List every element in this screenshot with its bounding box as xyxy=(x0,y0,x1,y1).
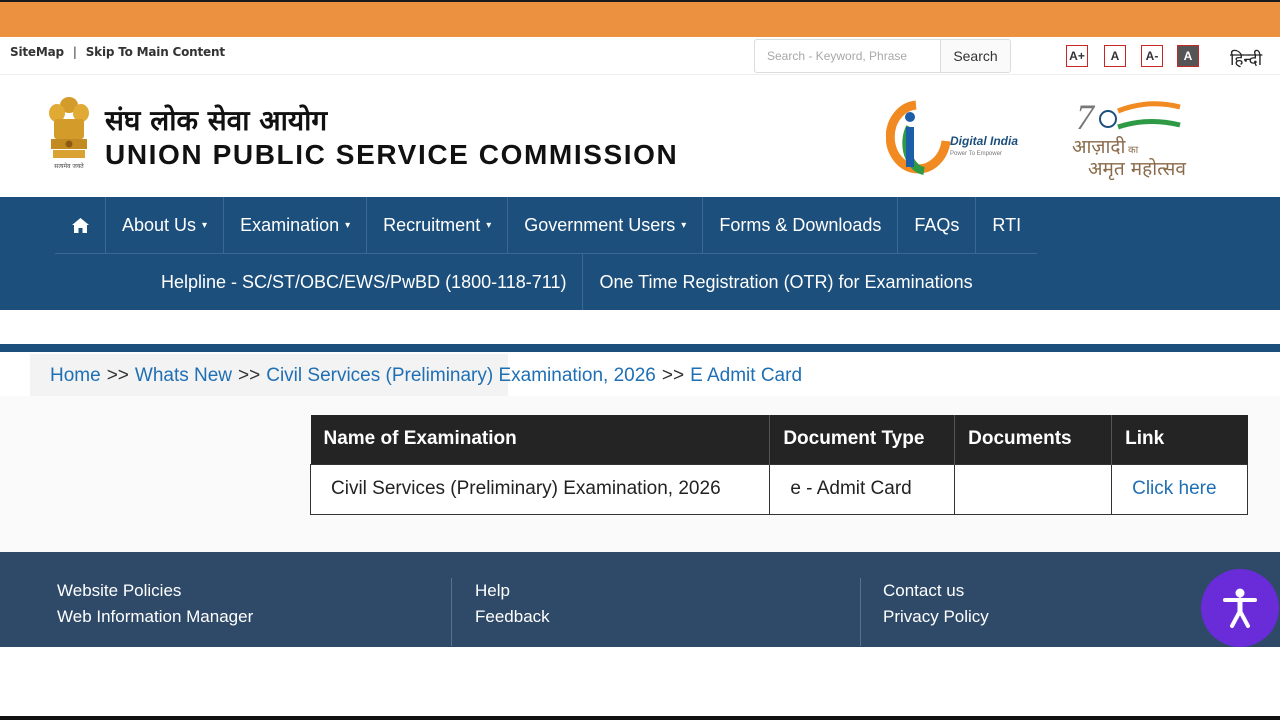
azadi-ka-amrit-mahotsav-logo-icon[interactable]: 7 आज़ादी का अमृत महोत्सव xyxy=(1068,93,1208,181)
nav-label: Examination xyxy=(240,215,340,235)
emblem-motto: सत्यमेव जयते xyxy=(54,162,84,170)
utility-separator: | xyxy=(72,45,77,59)
nav-label: Forms & Downloads xyxy=(719,215,882,235)
digital-india-tagline: Power To Empower xyxy=(950,151,1002,157)
breadcrumb: Home >> Whats New >> Civil Services (Prelimi… xyxy=(50,365,802,387)
footer-feedback[interactable]: Feedback xyxy=(475,604,550,630)
click-here-link[interactable]: Click here xyxy=(1132,478,1216,499)
breadcrumb-current[interactable]: E Admit Card xyxy=(690,365,802,386)
table-row: Civil Services (Preliminary) Examination… xyxy=(309,463,1248,515)
documents-table: Name of Examination Document Type Docume… xyxy=(309,415,1248,515)
digital-india-logo-icon[interactable]: Digital India Power To Empower xyxy=(886,97,1026,177)
site-title-hindi: संघ लोक सेवा आयोग xyxy=(105,104,328,137)
footer-web-information-manager[interactable]: Web Information Manager xyxy=(57,604,253,630)
nav-faqs[interactable]: FAQs xyxy=(898,197,977,254)
utility-bar: SiteMap | Skip To Main Content Search A+ A… xyxy=(0,37,1280,75)
nav-forms-downloads[interactable]: Forms & Downloads xyxy=(703,197,899,254)
section-divider xyxy=(0,344,1280,352)
breadcrumb-home[interactable]: Home xyxy=(50,365,101,386)
accessibility-person-icon xyxy=(1223,588,1257,628)
national-emblem-icon[interactable]: सत्यमेव जयते xyxy=(44,93,94,171)
font-normal-button[interactable]: A xyxy=(1104,45,1126,67)
site-footer: Website Policies Web Information Manager… xyxy=(0,552,1280,647)
accessibility-button[interactable] xyxy=(1201,569,1279,647)
footer-divider xyxy=(451,578,452,646)
high-contrast-button[interactable]: A xyxy=(1177,45,1199,67)
breadcrumb-exam[interactable]: Civil Services (Preliminary) Examination… xyxy=(266,365,656,386)
breadcrumb-separator: >> xyxy=(238,365,261,386)
frame-bottom-border xyxy=(0,716,1280,720)
main-navigation: About Us ▾ Examination ▾ Recruitment ▾ Gove… xyxy=(0,197,1280,310)
footer-help[interactable]: Help xyxy=(475,578,550,604)
column-header-link: Link xyxy=(1111,415,1248,464)
nav-primary-row: About Us ▾ Examination ▾ Recruitment ▾ Gove… xyxy=(55,197,1038,254)
hindi-language-link[interactable]: हिन्दी xyxy=(1230,47,1262,70)
footer-contact-us[interactable]: Contact us xyxy=(883,578,989,604)
skip-to-main-link[interactable]: Skip To Main Content xyxy=(86,45,225,59)
column-header-exam-name: Name of Examination xyxy=(310,415,771,464)
nav-about-us[interactable]: About Us ▾ xyxy=(106,197,225,254)
top-orange-bar xyxy=(0,2,1280,37)
nav-label: RTI xyxy=(992,215,1022,235)
breadcrumb-whats-new[interactable]: Whats New xyxy=(135,365,232,386)
breadcrumb-separator: >> xyxy=(106,365,129,386)
search-input[interactable] xyxy=(754,39,940,73)
chevron-down-icon: ▾ xyxy=(202,220,208,231)
home-icon xyxy=(71,218,89,233)
nav-home[interactable] xyxy=(55,197,106,254)
font-decrease-button[interactable]: A- xyxy=(1141,45,1163,67)
cell-documents xyxy=(954,463,1113,515)
chevron-down-icon: ▾ xyxy=(345,220,351,231)
cell-document-type: e - Admit Card xyxy=(769,463,956,515)
footer-column-3: Contact us Privacy Policy xyxy=(883,578,989,646)
cell-link: Click here xyxy=(1111,463,1248,515)
utility-links: SiteMap | Skip To Main Content xyxy=(10,45,225,59)
footer-column-1: Website Policies Web Information Manager xyxy=(57,578,253,646)
nav-rti[interactable]: RTI xyxy=(976,197,1037,254)
chevron-down-icon: ▾ xyxy=(681,220,687,231)
svg-text:7: 7 xyxy=(1076,97,1096,137)
search-button[interactable]: Search xyxy=(940,39,1011,73)
footer-divider xyxy=(860,578,861,646)
nav-label: FAQs xyxy=(914,215,960,235)
footer-website-policies[interactable]: Website Policies xyxy=(57,578,253,604)
sitemap-link[interactable]: SiteMap xyxy=(10,45,64,59)
table-header-row: Name of Examination Document Type Docume… xyxy=(310,415,1248,464)
nav-government-users[interactable]: Government Users ▾ xyxy=(508,197,704,254)
nav-otr[interactable]: One Time Registration (OTR) for Examinat… xyxy=(583,254,988,310)
nav-secondary-row: Helpline - SC/ST/OBC/EWS/PwBD (1800-118-… xyxy=(145,254,989,310)
footer-column-2: Help Feedback xyxy=(475,578,550,646)
column-header-documents: Documents xyxy=(954,415,1113,464)
font-increase-button[interactable]: A+ xyxy=(1066,45,1088,67)
site-header: सत्यमेव जयते संघ लोक सेवा आयोग UNION PUB… xyxy=(0,75,1280,197)
nav-label: Recruitment xyxy=(383,215,481,235)
nav-recruitment[interactable]: Recruitment ▾ xyxy=(367,197,509,254)
footer-privacy-policy[interactable]: Privacy Policy xyxy=(883,604,989,630)
breadcrumb-separator: >> xyxy=(661,365,685,386)
site-title-english: UNION PUBLIC SERVICE COMMISSION xyxy=(105,139,679,170)
digital-india-text: Digital India xyxy=(950,134,1018,148)
nav-helpline[interactable]: Helpline - SC/ST/OBC/EWS/PwBD (1800-118-… xyxy=(145,254,584,310)
chevron-down-icon: ▾ xyxy=(486,220,492,231)
nav-label: Government Users xyxy=(524,215,676,235)
cell-exam-name: Civil Services (Preliminary) Examination… xyxy=(309,463,771,515)
azadi-text-line1: आज़ादी xyxy=(1072,135,1127,158)
column-header-document-type: Document Type xyxy=(769,415,956,464)
azadi-text-line2: अमृत महोत्सव xyxy=(1088,157,1186,181)
azadi-text-ka: का xyxy=(1128,145,1139,156)
nav-label: About Us xyxy=(122,215,197,235)
nav-examination[interactable]: Examination ▾ xyxy=(224,197,368,254)
